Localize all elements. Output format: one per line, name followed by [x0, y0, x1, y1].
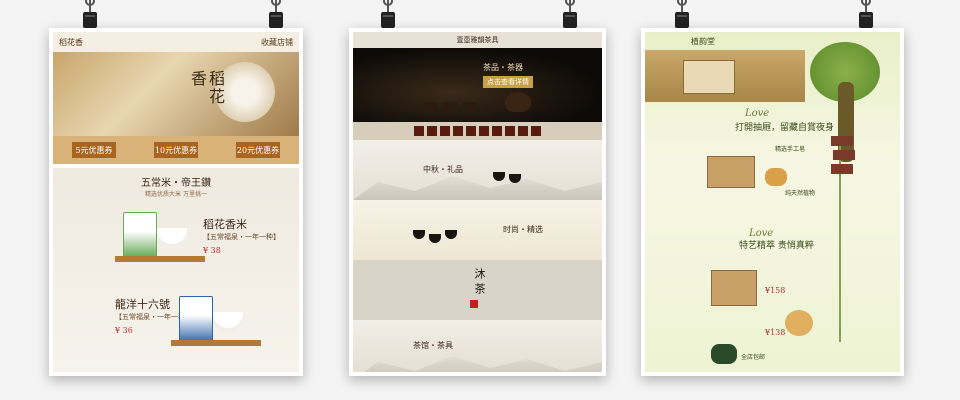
rice-bag-image	[179, 296, 213, 344]
tree-image	[810, 42, 880, 182]
tea-cup-image	[413, 230, 425, 239]
rice-section-subtitle: 精选优质大米 万里挑一	[145, 191, 207, 198]
mountain-image	[353, 356, 602, 372]
hanging-tag	[833, 150, 855, 160]
rice-bowl-image	[213, 312, 243, 332]
binder-clip-icon	[562, 0, 578, 30]
nav-item[interactable]	[518, 126, 528, 136]
shelf	[115, 256, 205, 262]
coupon-button[interactable]: 20元优惠券	[236, 142, 280, 158]
band-label: 中秋・礼品	[423, 165, 463, 174]
tea-band-4[interactable]: 茶馆・茶具	[353, 320, 602, 372]
nav-item[interactable]	[414, 126, 424, 136]
coupon-button[interactable]: 10元优惠券	[154, 142, 198, 158]
soap-price: ¥138	[765, 328, 786, 337]
tea-cup-image	[493, 172, 505, 181]
binder-clip-icon	[674, 0, 690, 30]
coupon-button[interactable]: 5元优惠券	[72, 142, 116, 158]
shelf	[171, 340, 261, 346]
rice-header-logo: 稻花香	[59, 37, 83, 47]
tea-nav	[353, 122, 602, 140]
soap-box-image[interactable]	[711, 270, 757, 306]
product-price: ¥ 38	[203, 246, 221, 255]
product-desc: 【五常福泉・一年一种】	[203, 233, 280, 241]
drawer-image	[645, 50, 805, 102]
soap-slogan-1: 打開抽屜，留藏自賞夜身	[735, 123, 835, 133]
rice-product-1[interactable]	[115, 208, 205, 268]
nav-item[interactable]	[453, 126, 463, 136]
tea-hero-badge[interactable]: 点击查看详情	[483, 76, 533, 88]
poster-rice: 稻花香 收藏店铺 稻花 香 5元优惠券 10元优惠券 20元优惠券 五常米・帝王…	[49, 28, 303, 376]
tea-cup-image	[423, 102, 437, 112]
soap-note: 全店包邮	[741, 354, 766, 361]
rice-header: 稻花香 收藏店铺	[53, 32, 299, 52]
nav-item[interactable]	[505, 126, 515, 136]
teapot-image	[505, 92, 531, 112]
soap-slogan-2: 特艺精萃 贵悄真粹	[739, 241, 814, 251]
tea-cup-image	[443, 102, 457, 112]
tea-header: 壹壺雅韻茶具	[353, 32, 602, 48]
product-name: 龍洋十六號	[115, 298, 170, 311]
band-vertical-title: 沐茶	[473, 268, 486, 298]
script-title: Love	[745, 108, 770, 119]
nav-item[interactable]	[479, 126, 489, 136]
soap-bar-image[interactable]	[785, 310, 813, 336]
soap-bar-image[interactable]	[711, 344, 737, 364]
hanging-tag	[831, 164, 853, 174]
rice-hero-banner: 稻花 香	[53, 52, 299, 136]
product-price: ¥ 36	[115, 326, 133, 335]
tea-cup-image	[463, 102, 477, 112]
rice-products-section: 五常米・帝王鑽 精选优质大米 万里挑一 稻花香米 【五常福泉・一年一种】 ¥ 3…	[53, 168, 299, 372]
poster-soap: 植韵堂 Love 打開抽屜，留藏自賞夜身 精选手工皂 纯天然植物 Love 特艺…	[641, 28, 904, 376]
tea-band-3[interactable]: 沐茶	[353, 260, 602, 320]
binder-clip-icon	[858, 0, 874, 30]
binder-clip-icon	[268, 0, 284, 30]
rice-coupons: 5元优惠券 10元优惠券 20元优惠券	[53, 136, 299, 164]
band-label: 茶馆・茶具	[413, 341, 453, 350]
nav-item[interactable]	[531, 126, 541, 136]
soap-note: 精选手工皂	[775, 146, 806, 153]
tea-hero-tag: 茶品・茶器	[483, 63, 523, 72]
rice-hero-title-b: 香	[188, 70, 207, 88]
nav-item[interactable]	[466, 126, 476, 136]
tea-cup-image	[429, 234, 441, 243]
soap-box-image[interactable]	[707, 156, 755, 188]
rice-bag-image	[123, 212, 157, 260]
rice-section-title: 五常米・帝王鑽	[141, 178, 211, 189]
nav-item[interactable]	[492, 126, 502, 136]
soap-note: 纯天然植物	[785, 190, 816, 197]
product-name: 稻花香米	[203, 218, 247, 231]
rice-header-link[interactable]: 收藏店铺	[261, 37, 293, 48]
tea-cup-image	[445, 230, 457, 239]
rice-bowl-image	[157, 228, 187, 248]
nav-item[interactable]	[440, 126, 450, 136]
seal-stamp-icon	[470, 300, 478, 308]
tea-band-1[interactable]: 中秋・礼品	[353, 140, 602, 200]
band-label: 时尚・精选	[503, 225, 543, 234]
tea-band-2[interactable]: 时尚・精选	[353, 200, 602, 260]
rice-product-2[interactable]	[171, 292, 261, 352]
drawer-box	[683, 60, 735, 94]
poster-tea: 壹壺雅韻茶具 茶品・茶器 点击查看详情 中秋・礼品 时尚・精选 沐茶 茶馆・茶具	[349, 28, 606, 376]
soap-price: ¥158	[765, 286, 786, 295]
mountain-image	[353, 176, 602, 200]
nav-item[interactable]	[427, 126, 437, 136]
soap-bar-image[interactable]	[765, 168, 787, 186]
binder-clip-icon	[380, 0, 396, 30]
hanging-tag	[831, 136, 853, 146]
tea-hero-banner: 茶品・茶器 点击查看详情	[353, 48, 602, 122]
binder-clip-icon	[82, 0, 98, 30]
